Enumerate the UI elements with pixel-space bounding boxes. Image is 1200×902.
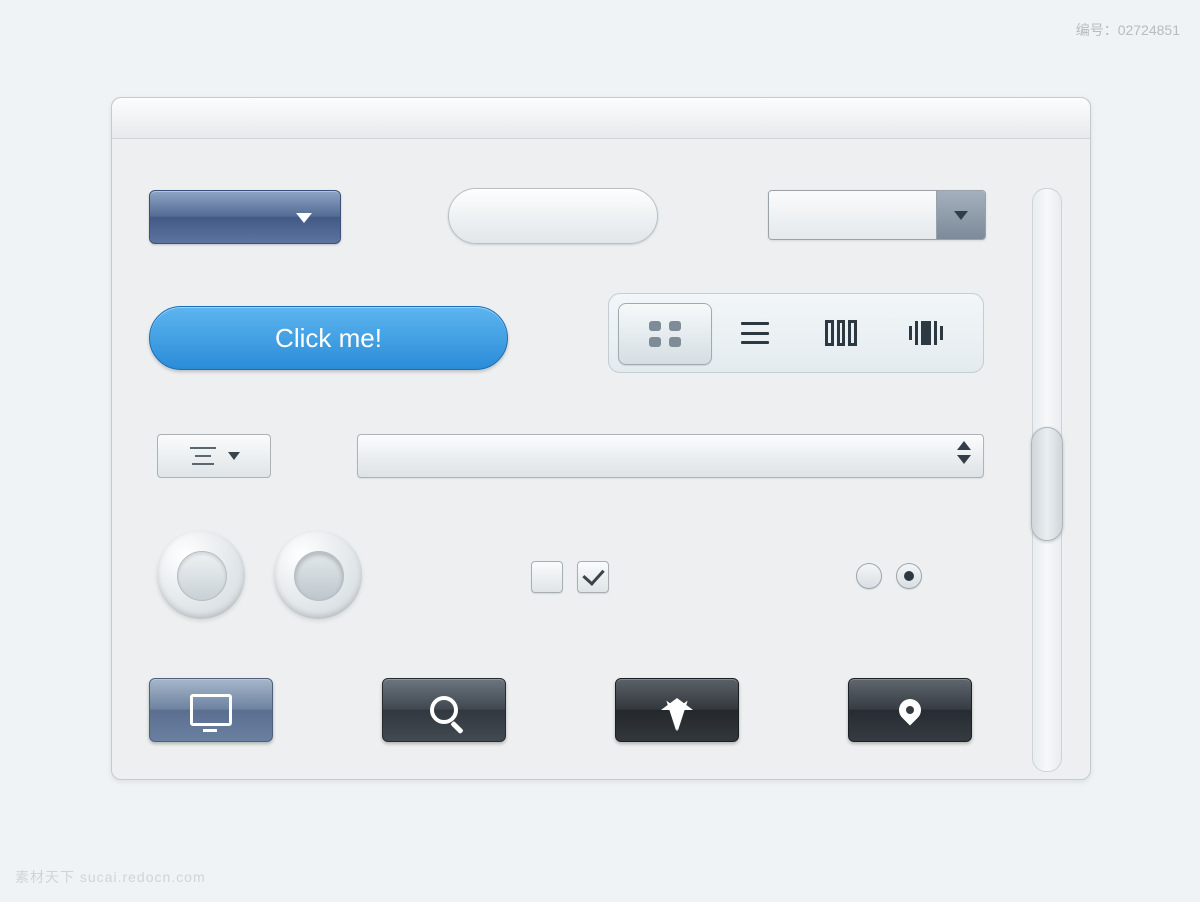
segment-list[interactable]: [712, 303, 798, 363]
chevron-down-icon: [954, 211, 968, 220]
chevron-down-icon: [296, 213, 312, 223]
search-icon: [430, 696, 458, 724]
checkbox-checked[interactable]: [577, 561, 609, 593]
filter-icon: [188, 447, 218, 465]
segment-barcode[interactable]: [884, 303, 970, 363]
round-button-inset[interactable]: [274, 531, 362, 619]
star-icon: [661, 698, 693, 710]
star-button[interactable]: [615, 678, 739, 742]
segment-columns[interactable]: [798, 303, 884, 363]
segmented-control: [608, 293, 984, 373]
select-input[interactable]: [357, 434, 984, 478]
vertical-scrollbar[interactable]: [1032, 188, 1062, 772]
radio-checked[interactable]: [896, 563, 922, 589]
radio-dot-icon: [904, 571, 914, 581]
monitor-button[interactable]: [149, 678, 273, 742]
watermark-text: 素材天下 sucai.redocn.com: [15, 867, 206, 887]
search-button[interactable]: [382, 678, 506, 742]
combo-dropdown-button[interactable]: [937, 191, 985, 239]
location-pin-icon: [894, 694, 925, 725]
location-button[interactable]: [848, 678, 972, 742]
grid-icon: [649, 321, 681, 347]
radio-unchecked[interactable]: [856, 563, 882, 589]
chevron-down-icon: [228, 452, 240, 460]
filter-dropdown[interactable]: [157, 434, 271, 478]
chevron-up-icon: [957, 441, 971, 450]
chevron-down-icon: [957, 455, 971, 464]
image-id-label: 编号：02724851: [1076, 20, 1180, 40]
combo-field[interactable]: [769, 191, 937, 239]
click-me-button[interactable]: Click me!: [149, 306, 508, 370]
scrollbar-thumb[interactable]: [1031, 427, 1063, 541]
list-icon: [741, 322, 769, 344]
panel-content: Click me!: [112, 138, 1090, 779]
stepper-arrows[interactable]: [957, 441, 971, 464]
columns-icon: [825, 320, 857, 346]
barcode-icon: [909, 321, 945, 345]
pill-button[interactable]: [448, 188, 658, 244]
knob-inner: [294, 551, 344, 601]
monitor-icon: [190, 694, 232, 726]
blue-dropdown-button[interactable]: [149, 190, 341, 244]
checkbox-unchecked[interactable]: [531, 561, 563, 593]
check-icon: [582, 563, 604, 586]
segment-grid[interactable]: [618, 303, 712, 365]
ui-kit-panel: Click me!: [111, 97, 1091, 780]
knob-inner: [177, 551, 227, 601]
round-button-raised[interactable]: [157, 531, 245, 619]
panel-titlebar[interactable]: [112, 98, 1090, 139]
combo-box[interactable]: [768, 190, 986, 240]
